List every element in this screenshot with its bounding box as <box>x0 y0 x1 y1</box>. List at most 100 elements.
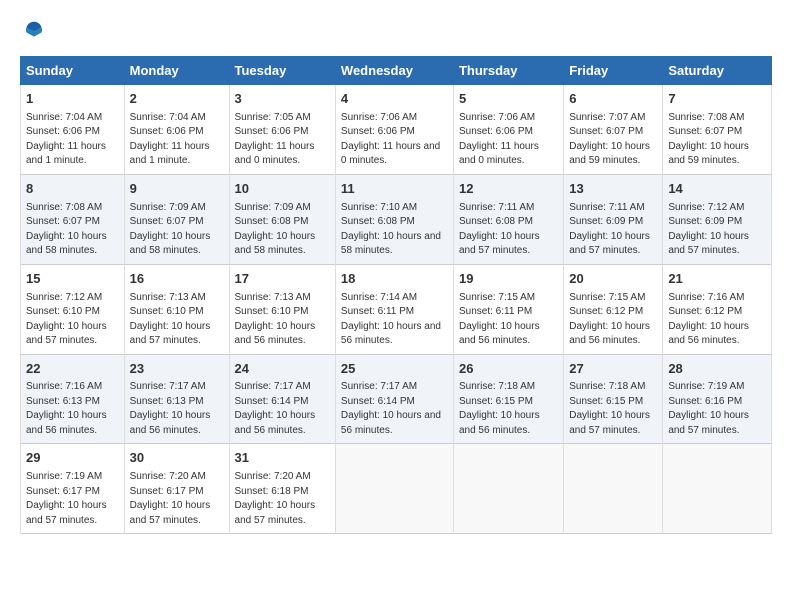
day-number: 14 <box>668 180 766 199</box>
day-number: 19 <box>459 270 558 289</box>
sunset: Sunset: 6:10 PM <box>26 306 100 317</box>
calendar-cell: 30Sunrise: 7:20 AMSunset: 6:17 PMDayligh… <box>124 444 229 534</box>
sunrise: Sunrise: 7:04 AM <box>26 112 102 123</box>
calendar-cell: 13Sunrise: 7:11 AMSunset: 6:09 PMDayligh… <box>564 174 663 264</box>
sunset: Sunset: 6:06 PM <box>235 126 309 137</box>
day-number: 28 <box>668 360 766 379</box>
daylight: Daylight: 10 hours and 56 minutes. <box>341 321 441 347</box>
calendar-cell: 23Sunrise: 7:17 AMSunset: 6:13 PMDayligh… <box>124 354 229 444</box>
day-number: 15 <box>26 270 119 289</box>
sunrise: Sunrise: 7:08 AM <box>26 202 102 213</box>
sunset: Sunset: 6:07 PM <box>668 126 742 137</box>
daylight: Daylight: 10 hours and 56 minutes. <box>235 410 316 436</box>
sunrise: Sunrise: 7:15 AM <box>569 292 645 303</box>
sunrise: Sunrise: 7:16 AM <box>668 292 744 303</box>
sunrise: Sunrise: 7:06 AM <box>459 112 535 123</box>
day-number: 18 <box>341 270 448 289</box>
calendar-cell: 26Sunrise: 7:18 AMSunset: 6:15 PMDayligh… <box>453 354 563 444</box>
day-number: 24 <box>235 360 330 379</box>
sunrise: Sunrise: 7:12 AM <box>668 202 744 213</box>
sunset: Sunset: 6:09 PM <box>569 216 643 227</box>
day-number: 16 <box>130 270 224 289</box>
calendar-cell: 8Sunrise: 7:08 AMSunset: 6:07 PMDaylight… <box>21 174 125 264</box>
calendar-cell: 19Sunrise: 7:15 AMSunset: 6:11 PMDayligh… <box>453 264 563 354</box>
calendar-cell: 3Sunrise: 7:05 AMSunset: 6:06 PMDaylight… <box>229 85 335 175</box>
calendar-cell: 4Sunrise: 7:06 AMSunset: 6:06 PMDaylight… <box>335 85 453 175</box>
sunrise: Sunrise: 7:10 AM <box>341 202 417 213</box>
header-monday: Monday <box>124 57 229 85</box>
sunrise: Sunrise: 7:17 AM <box>235 381 311 392</box>
calendar-cell: 27Sunrise: 7:18 AMSunset: 6:15 PMDayligh… <box>564 354 663 444</box>
sunrise: Sunrise: 7:06 AM <box>341 112 417 123</box>
sunset: Sunset: 6:10 PM <box>130 306 204 317</box>
week-row: 22Sunrise: 7:16 AMSunset: 6:13 PMDayligh… <box>21 354 772 444</box>
day-number: 10 <box>235 180 330 199</box>
day-number: 2 <box>130 90 224 109</box>
daylight: Daylight: 10 hours and 56 minutes. <box>459 410 540 436</box>
calendar-cell <box>335 444 453 534</box>
sunrise: Sunrise: 7:04 AM <box>130 112 206 123</box>
sunrise: Sunrise: 7:18 AM <box>459 381 535 392</box>
daylight: Daylight: 10 hours and 56 minutes. <box>235 321 316 347</box>
calendar-cell: 16Sunrise: 7:13 AMSunset: 6:10 PMDayligh… <box>124 264 229 354</box>
week-row: 1 Sunrise: 7:04 AM Sunset: 6:06 PM Daylight… <box>21 85 772 175</box>
sunset: Sunset: 6:06 PM <box>130 126 204 137</box>
calendar-cell: 31Sunrise: 7:20 AMSunset: 6:18 PMDayligh… <box>229 444 335 534</box>
sunrise: Sunrise: 7:09 AM <box>235 202 311 213</box>
daylight: Daylight: 10 hours and 57 minutes. <box>130 321 211 347</box>
sunset: Sunset: 6:06 PM <box>26 126 100 137</box>
day-number: 31 <box>235 449 330 468</box>
sunset: Sunset: 6:07 PM <box>26 216 100 227</box>
day-number: 11 <box>341 180 448 199</box>
sunrise: Sunrise: 7:09 AM <box>130 202 206 213</box>
week-row: 15Sunrise: 7:12 AMSunset: 6:10 PMDayligh… <box>21 264 772 354</box>
sunrise: Sunrise: 7:20 AM <box>130 471 206 482</box>
page-header <box>20 20 772 40</box>
day-number: 13 <box>569 180 657 199</box>
header-wednesday: Wednesday <box>335 57 453 85</box>
daylight: Daylight: 10 hours and 57 minutes. <box>130 500 211 526</box>
day-number: 5 <box>459 90 558 109</box>
calendar-cell: 7Sunrise: 7:08 AMSunset: 6:07 PMDaylight… <box>663 85 772 175</box>
calendar-cell: 12Sunrise: 7:11 AMSunset: 6:08 PMDayligh… <box>453 174 563 264</box>
day-number: 20 <box>569 270 657 289</box>
calendar-cell: 28Sunrise: 7:19 AMSunset: 6:16 PMDayligh… <box>663 354 772 444</box>
calendar-cell <box>663 444 772 534</box>
daylight: Daylight: 10 hours and 57 minutes. <box>26 321 107 347</box>
sunset: Sunset: 6:14 PM <box>341 396 415 407</box>
sunset: Sunset: 6:17 PM <box>26 486 100 497</box>
daylight: Daylight: 11 hours and 1 minute. <box>130 141 210 167</box>
sunrise: Sunrise: 7:08 AM <box>668 112 744 123</box>
day-number: 21 <box>668 270 766 289</box>
calendar-cell: 22Sunrise: 7:16 AMSunset: 6:13 PMDayligh… <box>21 354 125 444</box>
daylight: Daylight: 10 hours and 57 minutes. <box>569 231 650 257</box>
day-number: 7 <box>668 90 766 109</box>
logo <box>20 20 44 40</box>
calendar-cell: 5Sunrise: 7:06 AMSunset: 6:06 PMDaylight… <box>453 85 563 175</box>
day-number: 6 <box>569 90 657 109</box>
sunset: Sunset: 6:06 PM <box>459 126 533 137</box>
calendar-cell: 18Sunrise: 7:14 AMSunset: 6:11 PMDayligh… <box>335 264 453 354</box>
calendar-cell: 14Sunrise: 7:12 AMSunset: 6:09 PMDayligh… <box>663 174 772 264</box>
daylight: Daylight: 10 hours and 57 minutes. <box>235 500 316 526</box>
day-number: 1 <box>26 90 119 109</box>
calendar-cell: 17Sunrise: 7:13 AMSunset: 6:10 PMDayligh… <box>229 264 335 354</box>
day-number: 12 <box>459 180 558 199</box>
calendar-cell: 15Sunrise: 7:12 AMSunset: 6:10 PMDayligh… <box>21 264 125 354</box>
sunset: Sunset: 6:13 PM <box>130 396 204 407</box>
daylight: Daylight: 10 hours and 58 minutes. <box>130 231 211 257</box>
week-row: 8Sunrise: 7:08 AMSunset: 6:07 PMDaylight… <box>21 174 772 264</box>
calendar-cell <box>453 444 563 534</box>
day-number: 30 <box>130 449 224 468</box>
daylight: Daylight: 10 hours and 57 minutes. <box>668 231 749 257</box>
calendar-cell: 25Sunrise: 7:17 AMSunset: 6:14 PMDayligh… <box>335 354 453 444</box>
calendar-cell: 9Sunrise: 7:09 AMSunset: 6:07 PMDaylight… <box>124 174 229 264</box>
calendar-cell: 2 Sunrise: 7:04 AM Sunset: 6:06 PM Daylight… <box>124 85 229 175</box>
daylight: Daylight: 10 hours and 56 minutes. <box>341 410 441 436</box>
daylight: Daylight: 10 hours and 56 minutes. <box>569 321 650 347</box>
daylight: Daylight: 10 hours and 58 minutes. <box>341 231 441 257</box>
header-friday: Friday <box>564 57 663 85</box>
week-row: 29Sunrise: 7:19 AMSunset: 6:17 PMDayligh… <box>21 444 772 534</box>
sunset: Sunset: 6:13 PM <box>26 396 100 407</box>
daylight: Daylight: 10 hours and 56 minutes. <box>130 410 211 436</box>
